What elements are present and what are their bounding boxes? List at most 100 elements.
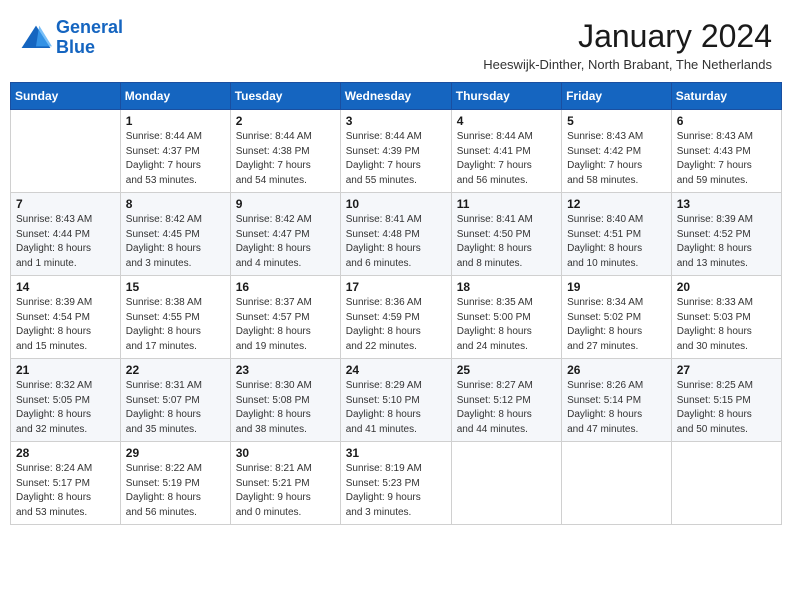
day-number: 19	[567, 280, 666, 294]
logo-line1: General	[56, 17, 123, 37]
weekday-header-saturday: Saturday	[671, 83, 781, 110]
calendar-cell: 30 Sunrise: 8:21 AMSunset: 5:21 PMDayligh…	[230, 442, 340, 525]
day-info: Sunrise: 8:25 AMSunset: 5:15 PMDaylight:…	[677, 379, 776, 437]
day-info: Sunrise: 8:34 AMSunset: 5:02 PMDaylight:…	[567, 296, 666, 354]
calendar-cell: 31Sunrise: 8:19 AMSunset: 5:23 PMDayligh…	[340, 442, 451, 525]
calendar-cell: 18Sunrise: 8:35 AMSunset: 5:00 PMDayligh…	[451, 276, 561, 359]
day-number: 6	[677, 114, 776, 128]
calendar-cell: 5 Sunrise: 8:43 AMSunset: 4:42 PMDaylight…	[562, 110, 672, 193]
calendar-week-row: 14 Sunrise: 8:39 AMSunset: 4:54 PMDayligh…	[11, 276, 782, 359]
day-number: 16	[236, 280, 335, 294]
day-info: Sunrise: 8:30 AMSunset: 5:08 PMDaylight:…	[236, 379, 335, 437]
day-info: Sunrise: 8:41 AMSunset: 4:50 PMDaylight:…	[457, 213, 556, 271]
calendar-cell: 11 Sunrise: 8:41 AMSunset: 4:50 PMDayligh…	[451, 193, 561, 276]
calendar-cell: 10Sunrise: 8:41 AMSunset: 4:48 PMDayligh…	[340, 193, 451, 276]
page-header: General Blue January 2024 Heeswijk-Dinth…	[10, 10, 782, 76]
calendar-cell: 29 Sunrise: 8:22 AMSunset: 5:19 PMDayligh…	[120, 442, 230, 525]
day-info: Sunrise: 8:32 AMSunset: 5:05 PMDaylight:…	[16, 379, 115, 437]
calendar-cell: 1Sunrise: 8:44 AMSunset: 4:37 PMDaylight…	[120, 110, 230, 193]
calendar-cell: 3 Sunrise: 8:44 AMSunset: 4:39 PMDaylight…	[340, 110, 451, 193]
day-info: Sunrise: 8:43 AMSunset: 4:43 PMDaylight:…	[677, 130, 776, 188]
day-number: 10	[346, 197, 446, 211]
calendar-cell: 12 Sunrise: 8:40 AMSunset: 4:51 PMDayligh…	[562, 193, 672, 276]
calendar-cell	[451, 442, 561, 525]
day-info: Sunrise: 8:36 AMSunset: 4:59 PMDaylight:…	[346, 296, 446, 354]
calendar-cell: 27 Sunrise: 8:25 AMSunset: 5:15 PMDayligh…	[671, 359, 781, 442]
day-number: 13	[677, 197, 776, 211]
day-number: 18	[457, 280, 556, 294]
day-number: 26	[567, 363, 666, 377]
day-number: 5	[567, 114, 666, 128]
day-info: Sunrise: 8:37 AMSunset: 4:57 PMDaylight:…	[236, 296, 335, 354]
day-info: Sunrise: 8:22 AMSunset: 5:19 PMDaylight:…	[126, 462, 225, 520]
calendar-week-row: 28 Sunrise: 8:24 AMSunset: 5:17 PMDayligh…	[11, 442, 782, 525]
calendar-cell: 6 Sunrise: 8:43 AMSunset: 4:43 PMDaylight…	[671, 110, 781, 193]
day-info: Sunrise: 8:39 AMSunset: 4:54 PMDaylight:…	[16, 296, 115, 354]
calendar-cell: 22 Sunrise: 8:31 AMSunset: 5:07 PMDayligh…	[120, 359, 230, 442]
calendar-cell: 19 Sunrise: 8:34 AMSunset: 5:02 PMDayligh…	[562, 276, 672, 359]
logo-line2: Blue	[56, 37, 95, 57]
day-number: 15	[126, 280, 225, 294]
day-info: Sunrise: 8:33 AMSunset: 5:03 PMDaylight:…	[677, 296, 776, 354]
weekday-header-sunday: Sunday	[11, 83, 121, 110]
weekday-header-row: SundayMondayTuesdayWednesdayThursdayFrid…	[11, 83, 782, 110]
calendar-cell: 4Sunrise: 8:44 AMSunset: 4:41 PMDaylight…	[451, 110, 561, 193]
day-number: 28	[16, 446, 115, 460]
calendar-week-row: 7 Sunrise: 8:43 AMSunset: 4:44 PMDaylight…	[11, 193, 782, 276]
calendar-cell: 25 Sunrise: 8:27 AMSunset: 5:12 PMDayligh…	[451, 359, 561, 442]
day-info: Sunrise: 8:19 AMSunset: 5:23 PMDaylight:…	[346, 462, 446, 520]
day-number: 11	[457, 197, 556, 211]
calendar-cell: 8 Sunrise: 8:42 AMSunset: 4:45 PMDaylight…	[120, 193, 230, 276]
weekday-header-thursday: Thursday	[451, 83, 561, 110]
day-number: 25	[457, 363, 556, 377]
title-block: January 2024 Heeswijk-Dinther, North Bra…	[483, 18, 772, 72]
day-info: Sunrise: 8:29 AMSunset: 5:10 PMDaylight:…	[346, 379, 446, 437]
calendar-cell	[11, 110, 121, 193]
day-number: 27	[677, 363, 776, 377]
calendar-cell: 21 Sunrise: 8:32 AMSunset: 5:05 PMDayligh…	[11, 359, 121, 442]
day-number: 20	[677, 280, 776, 294]
location-subtitle: Heeswijk-Dinther, North Brabant, The Net…	[483, 57, 772, 72]
day-number: 8	[126, 197, 225, 211]
logo-text: General Blue	[56, 18, 123, 58]
calendar-week-row: 1Sunrise: 8:44 AMSunset: 4:37 PMDaylight…	[11, 110, 782, 193]
calendar-cell: 14 Sunrise: 8:39 AMSunset: 4:54 PMDayligh…	[11, 276, 121, 359]
day-number: 3	[346, 114, 446, 128]
calendar-week-row: 21 Sunrise: 8:32 AMSunset: 5:05 PMDayligh…	[11, 359, 782, 442]
day-info: Sunrise: 8:31 AMSunset: 5:07 PMDaylight:…	[126, 379, 225, 437]
logo-icon	[20, 24, 52, 52]
day-number: 29	[126, 446, 225, 460]
month-title: January 2024	[483, 18, 772, 55]
day-number: 14	[16, 280, 115, 294]
day-number: 24	[346, 363, 446, 377]
day-number: 30	[236, 446, 335, 460]
day-info: Sunrise: 8:42 AMSunset: 4:45 PMDaylight:…	[126, 213, 225, 271]
calendar-cell	[562, 442, 672, 525]
day-info: Sunrise: 8:27 AMSunset: 5:12 PMDaylight:…	[457, 379, 556, 437]
day-number: 17	[346, 280, 446, 294]
day-info: Sunrise: 8:21 AMSunset: 5:21 PMDaylight:…	[236, 462, 335, 520]
calendar-cell: 28 Sunrise: 8:24 AMSunset: 5:17 PMDayligh…	[11, 442, 121, 525]
day-info: Sunrise: 8:44 AMSunset: 4:38 PMDaylight:…	[236, 130, 335, 188]
calendar-cell: 17 Sunrise: 8:36 AMSunset: 4:59 PMDayligh…	[340, 276, 451, 359]
day-number: 7	[16, 197, 115, 211]
day-info: Sunrise: 8:24 AMSunset: 5:17 PMDaylight:…	[16, 462, 115, 520]
day-number: 12	[567, 197, 666, 211]
day-number: 21	[16, 363, 115, 377]
day-info: Sunrise: 8:40 AMSunset: 4:51 PMDaylight:…	[567, 213, 666, 271]
day-info: Sunrise: 8:43 AMSunset: 4:44 PMDaylight:…	[16, 213, 115, 271]
weekday-header-wednesday: Wednesday	[340, 83, 451, 110]
day-info: Sunrise: 8:44 AMSunset: 4:39 PMDaylight:…	[346, 130, 446, 188]
calendar-cell: 9Sunrise: 8:42 AMSunset: 4:47 PMDaylight…	[230, 193, 340, 276]
day-info: Sunrise: 8:43 AMSunset: 4:42 PMDaylight:…	[567, 130, 666, 188]
day-number: 22	[126, 363, 225, 377]
weekday-header-monday: Monday	[120, 83, 230, 110]
weekday-header-friday: Friday	[562, 83, 672, 110]
calendar-cell: 16 Sunrise: 8:37 AMSunset: 4:57 PMDayligh…	[230, 276, 340, 359]
day-info: Sunrise: 8:42 AMSunset: 4:47 PMDaylight:…	[236, 213, 335, 271]
day-info: Sunrise: 8:44 AMSunset: 4:37 PMDaylight:…	[126, 130, 225, 188]
calendar-cell	[671, 442, 781, 525]
day-number: 4	[457, 114, 556, 128]
day-number: 23	[236, 363, 335, 377]
calendar-cell: 2Sunrise: 8:44 AMSunset: 4:38 PMDaylight…	[230, 110, 340, 193]
